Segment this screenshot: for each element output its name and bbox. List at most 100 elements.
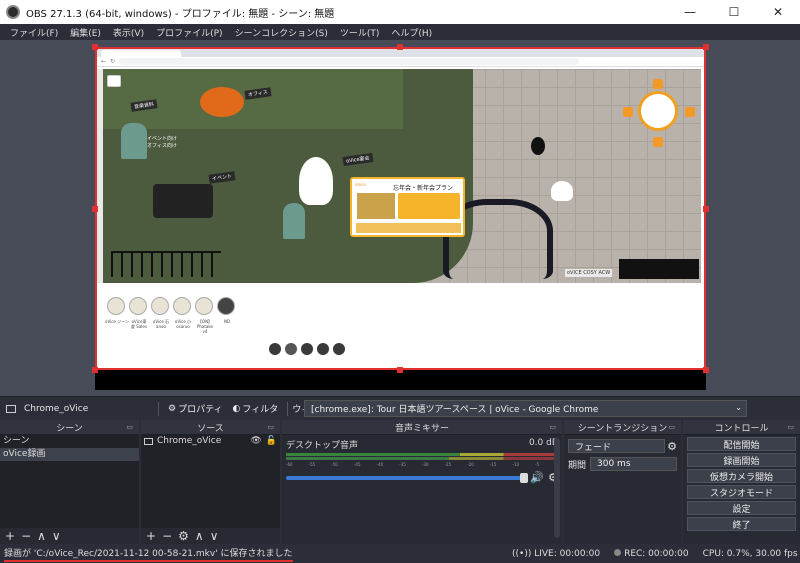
sources-dock: ソース ▭ Chrome_oVice 👁 🔓 + − ⚙ ∧ ∨ — [141, 420, 280, 544]
controls-header: コントロール ▭ — [683, 420, 800, 435]
undock-icon[interactable]: ▭ — [267, 423, 274, 431]
selected-source-frame[interactable] — [95, 47, 706, 370]
sources-footer: + − ⚙ ∧ ∨ — [141, 528, 280, 544]
duration-row: 期間 300 ms — [568, 457, 677, 471]
resize-handle[interactable] — [397, 367, 403, 373]
undock-icon[interactable]: ▭ — [787, 423, 794, 431]
source-item-name: Chrome_oVice — [157, 436, 222, 446]
move-up-icon[interactable]: ∧ — [37, 529, 46, 543]
remove-icon[interactable]: − — [21, 529, 31, 543]
chevron-down-icon: ⌄ — [735, 403, 742, 412]
window-title: OBS 27.1.3 (64-bit, windows) - プロファイル: 無… — [26, 8, 335, 20]
exit-button[interactable]: 終了 — [687, 517, 796, 531]
scale-tick: -10 — [512, 462, 520, 467]
scale-tick: -5 — [535, 462, 540, 467]
volume-slider[interactable] — [286, 472, 529, 483]
preview-area[interactable]: ← ↻ 音楽資料 オフィス イベント oVice宴会 イベント向け オフィス向け — [0, 40, 800, 396]
remove-icon[interactable]: − — [162, 529, 172, 543]
properties-button[interactable]: ⚙ プロパティ — [163, 402, 228, 416]
resize-handle[interactable] — [92, 44, 98, 50]
window-select[interactable]: [chrome.exe]: Tour 日本語ツアースペース | oVice - … — [304, 400, 747, 417]
scale-tick: -50 — [331, 462, 338, 467]
resize-handle[interactable] — [92, 206, 98, 212]
add-icon[interactable]: + — [5, 529, 15, 543]
current-source: Chrome_oVice — [6, 404, 154, 414]
level-meter-2 — [286, 457, 558, 460]
menu-scene-collection[interactable]: シーンコレクション(S) — [229, 26, 334, 39]
scale-tick: -55 — [308, 462, 316, 467]
rec-time: REC: 00:00:00 — [624, 548, 689, 559]
scenes-header: シーン ▭ — [0, 420, 139, 435]
scale-tick: -40 — [376, 462, 384, 467]
resize-handle[interactable] — [397, 44, 403, 50]
start-recording-button[interactable]: 録画開始 — [687, 453, 796, 467]
mixer-header: 音声ミキサー ▭ — [282, 420, 562, 435]
cpu-fps: CPU: 0.7%, 30.00 fps — [702, 548, 798, 559]
live-indicator: ((•)) LIVE: 00:00:00 — [512, 549, 600, 559]
duration-input[interactable]: 300 ms — [590, 457, 677, 471]
monitor-icon — [144, 438, 153, 445]
undock-icon[interactable]: ▭ — [126, 423, 133, 431]
level-meter — [286, 453, 558, 456]
resize-handle[interactable] — [703, 367, 709, 373]
scenes-list: シーン oVice録画 — [0, 435, 139, 528]
gear-icon[interactable]: ⚙ — [667, 440, 677, 453]
source-item[interactable]: Chrome_oVice 👁 🔓 — [141, 435, 280, 448]
close-button[interactable]: ✕ — [756, 0, 800, 24]
menu-help[interactable]: ヘルプ(H) — [385, 26, 438, 39]
resize-handle[interactable] — [703, 206, 709, 212]
menu-file[interactable]: ファイル(F) — [4, 26, 64, 39]
menu-view[interactable]: 表示(V) — [107, 26, 150, 39]
move-down-icon[interactable]: ∨ — [210, 529, 219, 543]
lock-icon[interactable]: 🔓 — [266, 435, 277, 448]
settings-button[interactable]: 設定 — [687, 501, 796, 515]
scenes-dock: シーン ▭ シーン oVice録画 + − ∧ ∨ — [0, 420, 139, 544]
transition-select[interactable]: フェード — [568, 439, 666, 453]
gear-icon[interactable]: ⚙ — [178, 529, 189, 543]
status-indicators: ((•)) LIVE: 00:00:00 REC: 00:00:00 CPU: … — [512, 548, 798, 559]
filters-label: フィルタ — [242, 405, 279, 415]
start-streaming-button[interactable]: 配信開始 — [687, 437, 796, 451]
menu-tools[interactable]: ツール(T) — [334, 26, 386, 39]
resize-handle[interactable] — [92, 367, 98, 373]
menu-edit[interactable]: 編集(E) — [64, 26, 107, 39]
status-message: 録画が 'C:/oVice_Rec/2021-11-12 00-58-21.mk… — [4, 546, 293, 562]
menu-bar: ファイル(F) 編集(E) 表示(V) プロファイル(P) シーンコレクション(… — [0, 24, 800, 40]
scale-tick: -25 — [444, 462, 452, 467]
transition-value: フェード — [575, 442, 612, 453]
gear-icon: ⚙ — [168, 403, 177, 414]
move-down-icon[interactable]: ∨ — [52, 529, 61, 543]
scene-item-selected[interactable]: oVice録画 — [0, 448, 139, 461]
track-row: デスクトップ音声 0.0 dB — [286, 438, 558, 451]
add-icon[interactable]: + — [146, 529, 156, 543]
record-dot-icon — [614, 548, 622, 556]
track-name: デスクトップ音声 — [286, 441, 359, 451]
mixer-title: 音声ミキサー — [394, 423, 449, 434]
speaker-icon[interactable]: 🔊 — [530, 471, 544, 484]
scale-tick: -45 — [353, 462, 361, 467]
scene-item[interactable]: シーン — [0, 435, 139, 448]
menu-profile[interactable]: プロファイル(P) — [150, 26, 228, 39]
start-virtual-camera-button[interactable]: 仮想カメラ開始 — [687, 469, 796, 483]
mixer-scrollbar[interactable] — [554, 438, 560, 538]
undock-icon[interactable]: ▭ — [549, 423, 556, 431]
undock-icon[interactable]: ▭ — [668, 423, 675, 431]
scale-tick: -60 — [286, 462, 293, 467]
maximize-button[interactable]: ☐ — [712, 0, 756, 24]
minimize-button[interactable]: — — [668, 0, 712, 24]
filters-button[interactable]: ◐ フィルタ — [228, 402, 284, 416]
volume-row: 🔊 ⚙ — [286, 471, 558, 484]
filter-icon: ◐ — [232, 403, 241, 414]
eye-icon[interactable]: 👁 — [250, 435, 261, 448]
audio-mixer-dock: 音声ミキサー ▭ デスクトップ音声 0.0 dB -60 -55 -50 -45… — [282, 420, 562, 544]
scenes-title: シーン — [56, 423, 83, 434]
resize-handle[interactable] — [703, 44, 709, 50]
scenes-footer: + − ∧ ∨ — [0, 528, 139, 544]
move-up-icon[interactable]: ∧ — [195, 529, 204, 543]
studio-mode-button[interactable]: スタジオモード — [687, 485, 796, 499]
window-select-value: [chrome.exe]: Tour 日本語ツアースペース | oVice - … — [311, 405, 599, 415]
scale-tick: -20 — [467, 462, 474, 467]
broadcast-icon: ((•)) — [512, 548, 532, 559]
slider-knob[interactable] — [520, 472, 529, 483]
rec-indicator: REC: 00:00:00 — [614, 548, 689, 559]
